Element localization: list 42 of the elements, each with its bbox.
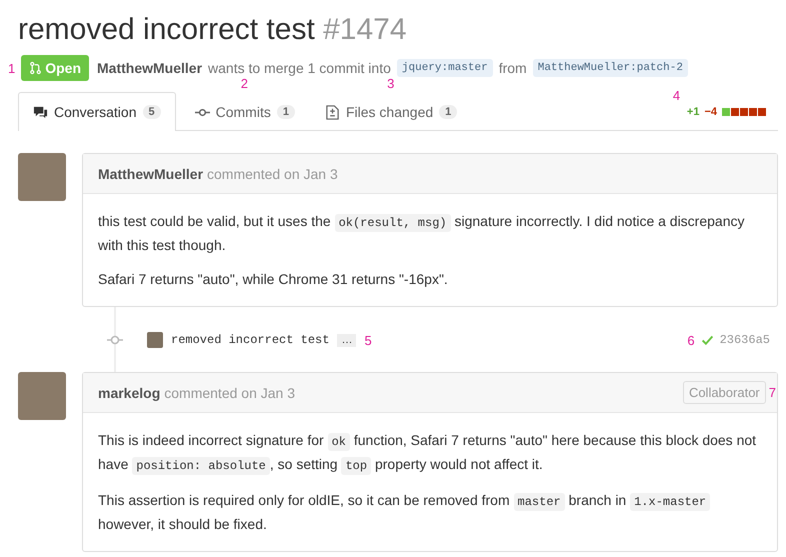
annotation-number: 2 — [240, 76, 248, 91]
pull-request-icon — [29, 61, 42, 75]
comment-date: commented on Jan 3 — [164, 384, 295, 400]
branch-name: MatthewMueller:patch-2 — [532, 59, 688, 77]
commit-message[interactable]: removed incorrect test — [171, 333, 330, 347]
annotation-number: 1 — [8, 60, 16, 76]
author-link[interactable]: markelog — [98, 384, 160, 400]
annotation-number: 3 — [387, 76, 394, 91]
diffstat-bar-drawing — [722, 108, 766, 116]
comment-paragraph: Safari 7 returns "auto", while Chrome 31 returns "-16px". — [98, 270, 449, 289]
annotation-number: 7 — [768, 385, 776, 400]
author-link[interactable]: MatthewMueller — [98, 166, 204, 182]
tab[interactable]: Conversation 5 — [18, 92, 176, 131]
expand-button[interactable]: … — [337, 334, 356, 346]
author-link[interactable]: MatthewMueller — [97, 60, 202, 76]
check-icon — [700, 334, 714, 346]
state-badge: Open — [21, 55, 90, 81]
count-badge: 5 — [142, 105, 161, 119]
count-badge: 1 — [276, 105, 295, 119]
branch-name: jquery:master — [396, 59, 493, 77]
comment-paragraph: This is indeed incorrect signature for ok function, Safari 7 returns "auto" here because this block does not have position: absolute , so setting top property would not affect it. — [98, 431, 758, 477]
additions-count: +1 — [686, 106, 700, 118]
annotation-number: 4 — [672, 88, 680, 103]
merge-text: wants to merge 1 commit into — [208, 60, 391, 76]
tab[interactable]: Commits 1 — [180, 92, 310, 131]
deletions-count: −4 — [704, 106, 717, 118]
count-badge: 1 — [439, 105, 458, 119]
annotation-number: 5 — [364, 332, 372, 348]
comment-date: commented on Jan 3 — [207, 166, 338, 182]
avatar-photo-placeholder — [18, 372, 66, 420]
annotation-number: 6 — [687, 332, 695, 348]
tab[interactable]: Files changed 1 — [310, 92, 472, 131]
pr-title: removed incorrect test — [18, 13, 315, 46]
document-icon — [324, 104, 340, 120]
from-text: from — [498, 60, 527, 76]
comment-paragraph: This assertion is required only for oldIE, so it can be removed from master branch in 1.x-master however, it should be fixed. — [98, 489, 762, 535]
role-label: Collaborator — [682, 381, 766, 404]
speech-bubbles-icon — [33, 104, 48, 120]
pr-number: #1474 — [323, 13, 407, 46]
avatar-photo-placeholder — [18, 153, 66, 201]
comment-paragraph: this test could be valid, but it uses the ok(result, msg) signature incorrectly. I did notice a discrepancy with this test though. — [98, 212, 746, 255]
avatar-photo-placeholder — [147, 332, 163, 348]
